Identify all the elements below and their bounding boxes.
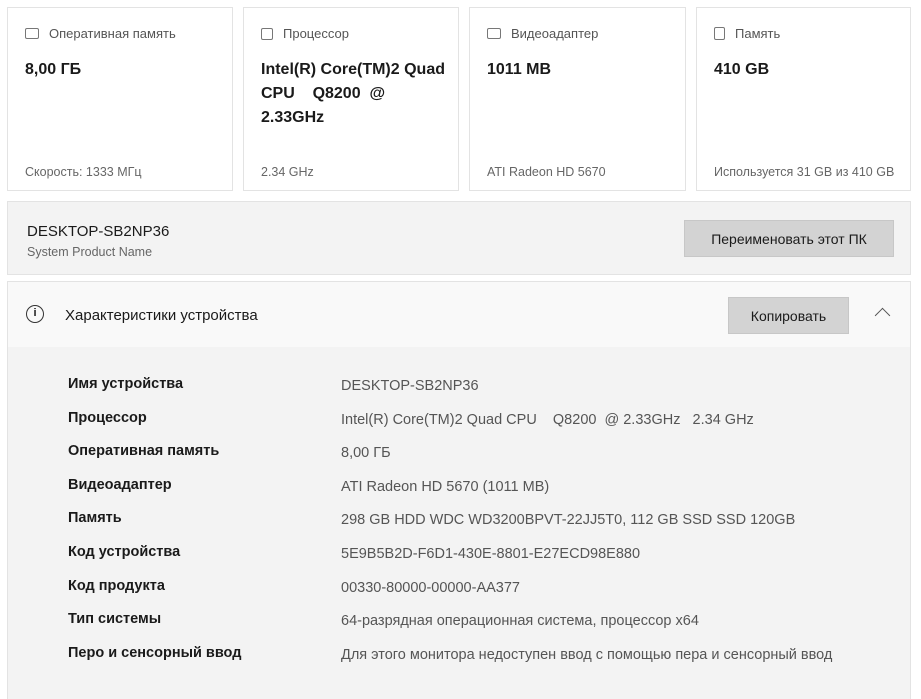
card-value: Intel(R) Core(TM)2 Quad CPU Q8200 @ 2.33…: [261, 61, 450, 126]
chevron-up-icon[interactable]: [874, 307, 891, 324]
spec-value: 5E9B5B2D-F6D1-430E-8801-E27ECD98E880: [341, 546, 641, 562]
card-title: Процессор: [283, 26, 349, 41]
spec-value: ATI Radeon HD 5670 (1011 MB): [341, 479, 550, 495]
spec-value: Для этого монитора недоступен ввод с пом…: [341, 647, 833, 663]
info-icon: i: [26, 305, 44, 323]
card-value: 8,00 ГБ: [25, 61, 82, 78]
card-subtitle: ATI Radeon HD 5670: [487, 165, 606, 179]
gpu-card: Видеоадаптер 1011 MB ATI Radeon HD 5670: [469, 7, 686, 191]
spec-label: Видеоадаптер: [68, 477, 172, 493]
spec-label: Код устройства: [68, 544, 181, 560]
device-specs-list: Имя устройства DESKTOP-SB2NP36 Процессор I…: [7, 347, 911, 699]
spec-value: 8,00 ГБ: [341, 445, 391, 461]
card-subtitle: Используется 31 GB из 410 GB: [714, 165, 895, 179]
ram-icon: [25, 28, 39, 39]
cpu-card: Процессор Intel(R) Core(TM)2 Quad CPU Q8…: [243, 7, 459, 191]
copy-button[interactable]: Копировать: [728, 297, 849, 334]
storage-icon: [714, 27, 725, 40]
card-title: Память: [735, 26, 781, 41]
rename-pc-button[interactable]: Переименовать этот ПК: [684, 220, 894, 257]
card-title: Видеоадаптер: [511, 26, 599, 41]
card-value: 410 GB: [714, 61, 770, 78]
spec-label: Процессор: [68, 410, 147, 426]
cpu-icon: [261, 27, 273, 40]
spec-value: DESKTOP-SB2NP36: [341, 378, 479, 394]
gpu-icon: [487, 28, 501, 39]
spec-value: Intel(R) Core(TM)2 Quad CPU Q8200 @ 2.33…: [341, 412, 754, 428]
spec-label: Память: [68, 510, 122, 526]
device-specs-header[interactable]: i Характеристики устройства Копировать: [7, 281, 911, 348]
spec-label: Имя устройства: [68, 376, 184, 392]
device-name: DESKTOP-SB2NP36: [27, 223, 170, 240]
spec-label: Тип системы: [68, 611, 162, 627]
storage-card: Память 410 GB Используется 31 GB из 410 …: [696, 7, 911, 191]
spec-label: Оперативная память: [68, 443, 220, 459]
ram-card: Оперативная память 8,00 ГБ Скорость: 133…: [7, 7, 233, 191]
spec-value: 64-разрядная операционная система, проце…: [341, 613, 699, 629]
specs-title: Характеристики устройства: [65, 307, 258, 324]
spec-value: 298 GB HDD WDC WD3200BPVT-22JJ5T0, 112 G…: [341, 512, 796, 528]
device-model: System Product Name: [27, 245, 153, 259]
spec-label: Перо и сенсорный ввод: [68, 645, 242, 661]
card-subtitle: Скорость: 1333 МГц: [25, 165, 142, 179]
spec-value: 00330-80000-00000-AA377: [341, 580, 520, 596]
spec-label: Код продукта: [68, 578, 165, 594]
device-name-bar: DESKTOP-SB2NP36 System Product Name Пере…: [7, 201, 911, 275]
card-subtitle: 2.34 GHz: [261, 165, 314, 179]
card-title: Оперативная память: [49, 26, 176, 41]
card-value: 1011 MB: [487, 61, 552, 78]
